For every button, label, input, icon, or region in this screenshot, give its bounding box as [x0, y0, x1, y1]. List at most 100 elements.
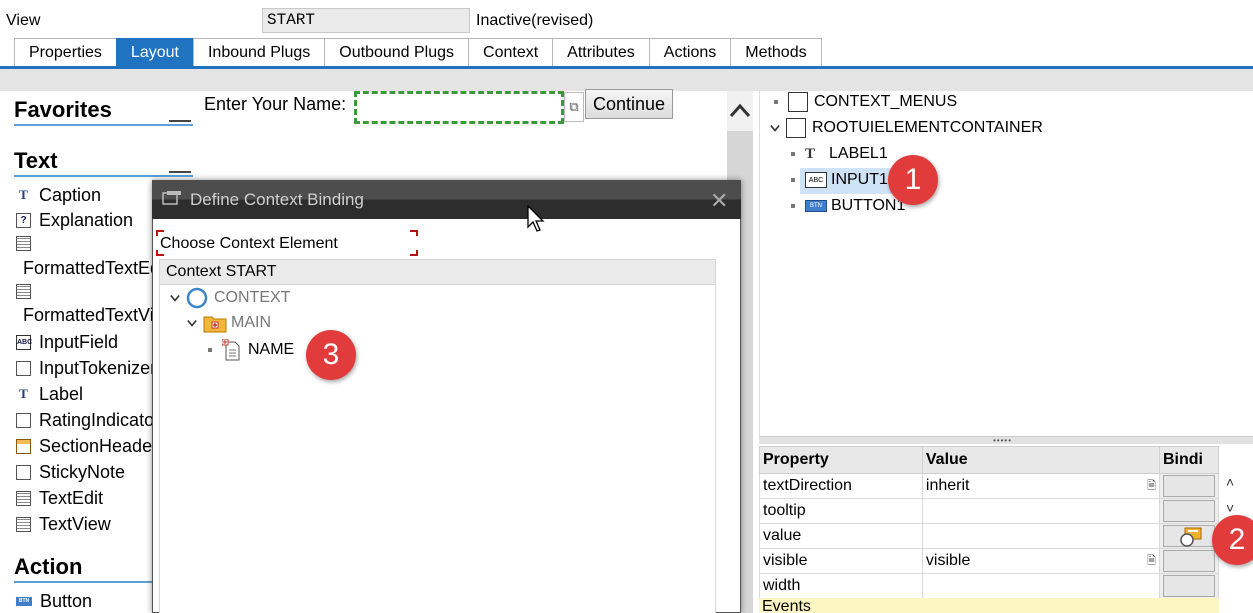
collapse-icon[interactable] — [169, 171, 191, 173]
frame-mask — [415, 236, 419, 250]
close-icon[interactable]: ✕ — [710, 188, 728, 214]
palette-item-formattedtextview-icon-row[interactable] — [16, 284, 39, 299]
binding-cell[interactable] — [1158, 573, 1220, 599]
value-column-header[interactable]: Value — [921, 446, 1160, 474]
ui-element-tree-panel — [759, 91, 1253, 436]
property-row[interactable]: visible visible 🗎 — [759, 548, 1220, 574]
tab-inbound-plugs[interactable]: Inbound Plugs — [192, 38, 326, 67]
palette-item-inputtokenizer[interactable]: InputTokenizer — [16, 358, 156, 379]
text-t-icon: T — [16, 188, 31, 203]
binding-button[interactable] — [1162, 500, 1215, 522]
canvas-input-field[interactable] — [354, 91, 564, 124]
binding-cell[interactable] — [1158, 473, 1220, 499]
tree-bullet-icon — [774, 100, 778, 104]
property-value-cell[interactable]: inherit 🗎 — [921, 473, 1160, 499]
property-row[interactable]: width — [759, 573, 1220, 599]
toolbar-band — [0, 69, 1253, 91]
events-section-header[interactable]: Events — [759, 598, 1219, 613]
tab-methods[interactable]: Methods — [730, 38, 822, 67]
canvas-label-name[interactable]: Enter Your Name: — [204, 94, 346, 115]
property-value-cell[interactable] — [921, 573, 1160, 599]
tree-node-label1[interactable]: T LABEL1 — [791, 145, 888, 163]
tree-node-button1[interactable]: BTN BUTTON1 — [791, 197, 905, 215]
palette-item-textedit[interactable]: TextEdit — [16, 488, 103, 509]
chevron-down-icon[interactable] — [187, 318, 197, 328]
property-value-cell[interactable]: visible 🗎 — [921, 548, 1160, 574]
palette-item-sectionheader[interactable]: SectionHeader — [16, 436, 158, 457]
property-row[interactable]: textDirection inherit 🗎 — [759, 473, 1220, 499]
context-node-name[interactable]: NAME — [208, 339, 294, 361]
favorites-section-header[interactable]: Favorites — [14, 97, 193, 126]
palette-item-stickynote[interactable]: StickyNote — [16, 462, 125, 483]
chevron-down-icon[interactable]: ˅ — [1226, 500, 1234, 516]
tree-node-context-menus[interactable]: CONTEXT_MENUS — [774, 92, 957, 112]
tree-bullet-icon — [791, 152, 795, 156]
frame-mask — [164, 253, 410, 257]
palette-item-formattedtextedit-icon-row[interactable] — [16, 236, 39, 251]
tab-layout[interactable]: Layout — [115, 38, 194, 67]
palette-item-inputfield[interactable]: ABC InputField — [16, 332, 118, 353]
chevron-down-icon[interactable] — [770, 123, 780, 133]
binding-cell[interactable] — [1158, 498, 1220, 524]
tab-context[interactable]: Context — [468, 38, 554, 67]
input-field-icon: ABC — [16, 335, 32, 350]
palette-item-textview[interactable]: TextView — [16, 514, 111, 535]
input-field-icon: ABC — [805, 172, 827, 188]
binding-button[interactable] — [1162, 550, 1215, 572]
tab-properties[interactable]: Properties — [14, 38, 117, 67]
property-name: textDirection — [759, 473, 923, 499]
binding-column-header[interactable]: Bindi — [1158, 446, 1220, 474]
tree-bullet-icon — [791, 178, 795, 182]
text-view-icon — [16, 517, 31, 532]
tree-node-rootuielementcontainer[interactable]: ROOTUIELEMENTCONTAINER — [770, 118, 1043, 138]
property-grid: Property Value Bindi textDirection inher… — [759, 446, 1220, 599]
palette-item-label[interactable]: T Label — [16, 384, 83, 405]
property-name: width — [759, 573, 923, 599]
editor-tabs: Properties Layout Inbound Plugs Outbound… — [14, 38, 822, 67]
palette-item-caption[interactable]: T Caption — [16, 185, 101, 206]
chevron-up-icon[interactable]: ˄ — [1226, 474, 1234, 490]
tab-outbound-plugs[interactable]: Outbound Plugs — [324, 38, 470, 67]
tab-actions[interactable]: Actions — [648, 38, 732, 67]
canvas-continue-button[interactable]: Continue — [585, 89, 673, 119]
attribute-icon — [222, 339, 240, 361]
tree-node-input1[interactable]: ABC INPUT1 — [791, 171, 888, 189]
favorites-title: Favorites — [14, 97, 112, 122]
binding-cell[interactable] — [1158, 548, 1220, 574]
palette-item-formattedtextedit[interactable]: FormattedTextEdit — [23, 258, 169, 279]
binding-button[interactable] — [1162, 475, 1215, 497]
sticky-note-icon — [16, 465, 31, 480]
binding-button[interactable] — [1162, 525, 1215, 547]
formatted-text-icon — [16, 284, 31, 299]
property-column-header[interactable]: Property — [759, 446, 923, 474]
binding-cell[interactable] — [1158, 523, 1220, 549]
property-name: visible — [759, 548, 923, 574]
tab-attributes[interactable]: Attributes — [552, 38, 650, 67]
palette-item-button[interactable]: BTN Button — [16, 591, 92, 612]
value-help-icon[interactable]: ⧉ — [564, 92, 584, 122]
context-node-main[interactable]: MAIN — [187, 313, 271, 333]
binding-button[interactable] — [1162, 575, 1215, 597]
mouse-cursor-icon — [527, 205, 545, 232]
text-title: Text — [14, 148, 58, 173]
dropdown-icon[interactable]: 🗎 — [1147, 552, 1156, 571]
chevron-down-icon[interactable] — [170, 293, 180, 303]
context-node-root[interactable]: CONTEXT — [170, 287, 290, 309]
view-name-field: START — [262, 8, 470, 33]
text-section-header[interactable]: Text — [14, 148, 193, 177]
text-edit-icon — [16, 491, 31, 506]
dropdown-icon[interactable]: 🗎 — [1147, 477, 1156, 496]
container-icon — [786, 118, 806, 138]
property-row[interactable]: tooltip — [759, 498, 1220, 524]
palette-item-ratingindicator[interactable]: RatingIndicator — [16, 410, 160, 431]
palette-item-explanation[interactable]: ? Explanation — [16, 210, 133, 231]
scroll-up-button[interactable] — [727, 91, 753, 131]
splitter-grip-icon[interactable]: ••••• — [993, 436, 1012, 445]
rating-icon — [16, 413, 31, 428]
collapse-icon[interactable] — [169, 120, 191, 122]
step-callout-3: 3 — [306, 330, 356, 380]
step-callout-1: 1 — [888, 155, 938, 205]
property-value-cell[interactable] — [921, 498, 1160, 524]
property-row[interactable]: value — [759, 523, 1220, 549]
property-value-cell[interactable] — [921, 523, 1160, 549]
